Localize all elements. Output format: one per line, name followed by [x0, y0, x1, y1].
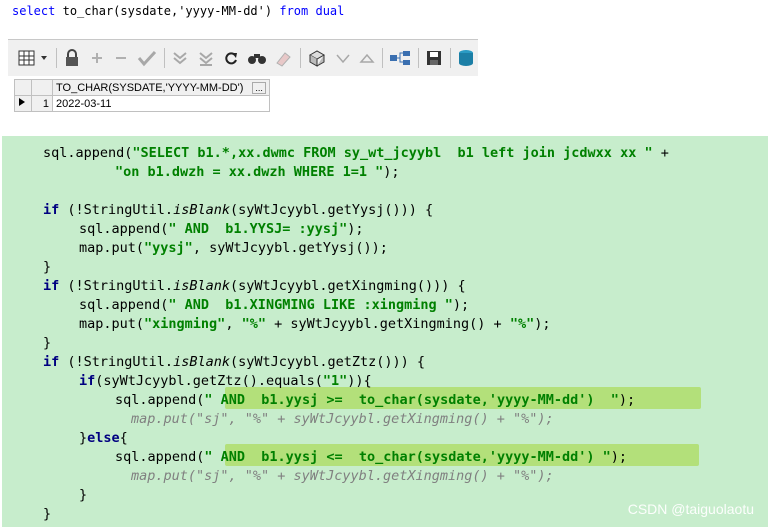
connect-icon[interactable]	[388, 46, 412, 70]
code-line: sql.append(" AND b1.YYSJ= :yysj");	[79, 221, 364, 237]
sql-function: to_char(sysdate,'yyyy-MM-dd')	[62, 4, 273, 18]
code-line-commented: map.put("sj", "%" + syWtJcyybl.getXingmi…	[131, 411, 554, 427]
table-row[interactable]: 1 2022-03-11	[14, 95, 270, 112]
code-line: }	[43, 259, 52, 275]
row-number: 1	[31, 95, 53, 112]
code-line-commented: map.put("sj", "%" + syWtJcyybl.getXingmi…	[131, 468, 554, 484]
sql-keyword-select: select	[12, 4, 56, 18]
filter-down-icon[interactable]	[170, 46, 190, 70]
clear-icon[interactable]	[272, 46, 294, 70]
column-header-button[interactable]: ...	[252, 81, 266, 94]
delete-record-icon[interactable]	[112, 46, 130, 70]
code-line: sql.append("SELECT b1.*,xx.dwmc FROM sy_…	[43, 145, 669, 161]
result-table: TO_CHAR(SYSDATE,'YYYY-MM-DD') ... 1 2022…	[14, 79, 270, 112]
grid-header-row: TO_CHAR(SYSDATE,'YYYY-MM-DD') ...	[14, 79, 270, 96]
refresh-icon[interactable]	[222, 46, 240, 70]
data-grid-toolbar	[8, 39, 478, 77]
grid-corner-rownum	[31, 79, 53, 96]
code-editor[interactable]: sql.append("SELECT b1.*,xx.dwmc FROM sy_…	[2, 136, 768, 527]
sql-statement[interactable]: select to_char(sysdate,'yyyy-MM-dd') fro…	[12, 4, 344, 18]
column-header[interactable]: TO_CHAR(SYSDATE,'YYYY-MM-DD') ...	[52, 79, 270, 96]
code-line-highlighted: sql.append(" AND b1.yysj <= to_char(sysd…	[115, 449, 628, 465]
export-icon[interactable]	[456, 46, 476, 70]
sort-up-icon[interactable]	[358, 46, 376, 70]
code-line: if(syWtJcyybl.getZtz().equals("1")){	[79, 373, 372, 389]
code-line-highlighted: sql.append(" AND b1.yysj >= to_char(sysd…	[115, 392, 636, 408]
column-header-label: TO_CHAR(SYSDATE,'YYYY-MM-DD')	[56, 81, 244, 94]
code-line: }	[43, 335, 52, 351]
find-icon[interactable]	[246, 46, 268, 70]
add-record-icon[interactable]	[88, 46, 106, 70]
code-line: }	[79, 487, 88, 503]
post-icon[interactable]	[136, 46, 158, 70]
current-row-indicator-icon	[14, 95, 32, 112]
lock-icon[interactable]	[62, 46, 82, 70]
filter-clear-icon[interactable]	[196, 46, 216, 70]
watermark: CSDN @taiguolaotu	[627, 501, 754, 517]
sql-keyword-from: from	[279, 4, 309, 18]
code-line: sql.append(" AND b1.XINGMING LIKE :xingm…	[79, 297, 470, 313]
code-line: }	[43, 506, 52, 522]
code-line: }else{	[79, 430, 128, 446]
grid-corner	[14, 79, 32, 96]
cell-value[interactable]: 2022-03-11	[52, 95, 270, 112]
grid-menu-icon[interactable]	[16, 46, 52, 70]
code-line: "on b1.dwzh = xx.dwzh WHERE 1=1 ");	[115, 164, 400, 180]
code-line: if (!StringUtil.isBlank(syWtJcyybl.getYy…	[43, 202, 434, 218]
sort-down-icon[interactable]	[334, 46, 352, 70]
sql-table: dual	[315, 4, 345, 18]
query-builder-icon[interactable]	[306, 46, 328, 70]
save-icon[interactable]	[424, 46, 444, 70]
code-line: map.put("yysj", syWtJcyybl.getYysj());	[79, 240, 388, 256]
code-line: if (!StringUtil.isBlank(syWtJcyybl.getXi…	[43, 278, 466, 294]
code-line: map.put("xingming", "%" + syWtJcyybl.get…	[79, 316, 551, 332]
sql-editor[interactable]: select to_char(sysdate,'yyyy-MM-dd') fro…	[0, 0, 768, 36]
result-grid: TO_CHAR(SYSDATE,'YYYY-MM-DD') ... 1 2022…	[8, 76, 478, 130]
code-line: if (!StringUtil.isBlank(syWtJcyybl.getZt…	[43, 354, 426, 370]
